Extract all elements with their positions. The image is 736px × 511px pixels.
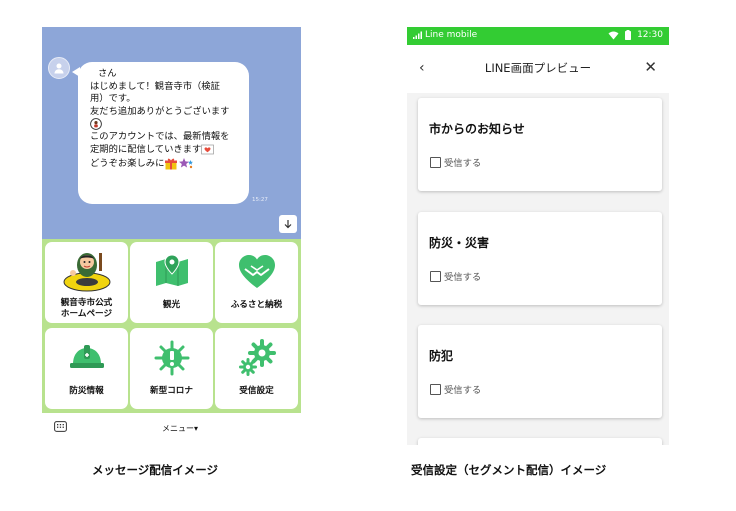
checkbox-label: 受信する xyxy=(444,158,482,169)
rich-menu-reception-settings[interactable]: 受信設定 xyxy=(215,328,298,409)
account-avatar[interactable] xyxy=(48,57,70,79)
message-line-with-emoji: どうぞお楽しみに xyxy=(90,157,241,171)
rich-menu-official-homepage[interactable]: 観音寺市公式 ホームページ xyxy=(45,242,128,323)
closing-line-text: どうぞお楽しみに xyxy=(90,157,165,169)
bow-emoji-icon xyxy=(90,118,102,131)
status-right: 12:30 xyxy=(608,30,663,40)
rich-menu-label: 受信設定 xyxy=(239,386,274,396)
menu-toggle[interactable]: メニュー▾ xyxy=(162,423,198,434)
message-line: 友だち追加ありがとうございます xyxy=(90,105,230,117)
message-time: 15:27 xyxy=(252,197,268,203)
status-bar: Line mobile 12:30 xyxy=(407,27,669,45)
receive-checkbox-row[interactable]: 受信する xyxy=(430,155,481,169)
segment-card-partial xyxy=(418,438,662,445)
rich-menu-label: 新型コロナ xyxy=(150,386,193,396)
message-bubble[interactable]: さん はじめまして！観音寺市（検証 用）です。 友だち追加ありがとうございます … xyxy=(78,62,249,204)
rich-menu-label: 防災情報 xyxy=(69,386,104,396)
segment-card: 防犯 受信する xyxy=(418,325,662,418)
message-line: このアカウントでは、最新情報を xyxy=(90,131,230,143)
message-line-text: 定期的に配信していきます xyxy=(90,144,202,156)
gift-emoji-icon xyxy=(165,158,178,170)
receive-checkbox-row[interactable]: 受信する xyxy=(430,269,481,283)
segment-card: 防災・災害 受信する xyxy=(418,212,662,305)
segment-title: 防災・災害 xyxy=(429,236,490,250)
label-line: ホームページ xyxy=(60,309,113,319)
segment-card: 市からのお知らせ 受信する xyxy=(418,98,662,191)
rich-menu: 観音寺市公式 ホームページ 観光 ふるさと納税 防災情報 新型コロナ 受信設定 xyxy=(42,239,301,413)
carrier-name: Line mobile xyxy=(425,30,478,40)
carrier-info: Line mobile xyxy=(413,30,477,40)
gears-icon xyxy=(215,338,298,378)
scroll-down-button[interactable] xyxy=(279,215,297,233)
signal-icon xyxy=(413,31,422,39)
user-icon xyxy=(54,63,64,74)
letter-heart-emoji-icon xyxy=(201,144,215,155)
rich-menu-covid[interactable]: 新型コロナ xyxy=(130,328,213,409)
close-button[interactable]: ✕ xyxy=(644,58,657,76)
segment-title: 市からのお知らせ xyxy=(429,122,525,136)
battery-icon xyxy=(625,30,632,40)
receive-checkbox[interactable] xyxy=(430,383,441,395)
wifi-icon xyxy=(608,31,619,39)
receive-checkbox[interactable] xyxy=(430,270,441,282)
checkbox-label: 受信する xyxy=(444,385,482,396)
message-line: 用）です。 xyxy=(90,93,136,105)
map-pin-icon xyxy=(130,252,213,292)
segment-settings-screen: Line mobile 12:30 ‹ LINE画面プレビュー ✕ 市からのお知… xyxy=(407,27,669,445)
message-line: はじめまして！観音寺市（検証 xyxy=(90,80,220,92)
segment-title: 防犯 xyxy=(429,349,454,363)
emoji-row xyxy=(90,118,241,131)
receive-checkbox[interactable] xyxy=(430,156,441,168)
arrow-down-icon xyxy=(284,220,292,229)
label-line: 観音寺市公式 xyxy=(60,298,113,308)
left-caption: メッセージ配信イメージ xyxy=(92,463,219,477)
mascot-icon xyxy=(45,246,128,294)
rich-menu-label: ふるさと納税 xyxy=(230,300,283,310)
title-bar: ‹ LINE画面プレビュー ✕ xyxy=(407,45,669,93)
greeting-name: さん xyxy=(98,68,117,79)
right-caption: 受信設定（セグメント配信）イメージ xyxy=(411,463,607,477)
menu-bar: メニュー▾ xyxy=(42,413,301,443)
status-time: 12:30 xyxy=(637,30,663,40)
helmet-icon xyxy=(45,338,128,378)
rich-menu-furusato-tax[interactable]: ふるさと納税 xyxy=(215,242,298,323)
sparkle-emoji-icon xyxy=(179,157,194,168)
rich-menu-disaster-info[interactable]: 防災情報 xyxy=(45,328,128,409)
message-preview-screen: さん はじめまして！観音寺市（検証 用）です。 友だち追加ありがとうございます … xyxy=(42,27,301,443)
rich-menu-label: 観音寺市公式 ホームページ xyxy=(45,298,128,320)
rich-menu-label: 観光 xyxy=(162,300,181,310)
page-title: LINE画面プレビュー xyxy=(484,61,592,75)
rich-menu-tourism[interactable]: 観光 xyxy=(130,242,213,323)
chat-area[interactable]: さん はじめまして！観音寺市（検証 用）です。 友だち追加ありがとうございます … xyxy=(42,27,301,239)
message-line-with-emoji: 定期的に配信していきます xyxy=(90,144,241,157)
checkbox-label: 受信する xyxy=(444,272,482,283)
heart-handshake-icon xyxy=(215,252,298,292)
virus-icon xyxy=(130,338,213,378)
keyboard-icon[interactable] xyxy=(54,421,67,432)
receive-checkbox-row[interactable]: 受信する xyxy=(430,382,481,396)
